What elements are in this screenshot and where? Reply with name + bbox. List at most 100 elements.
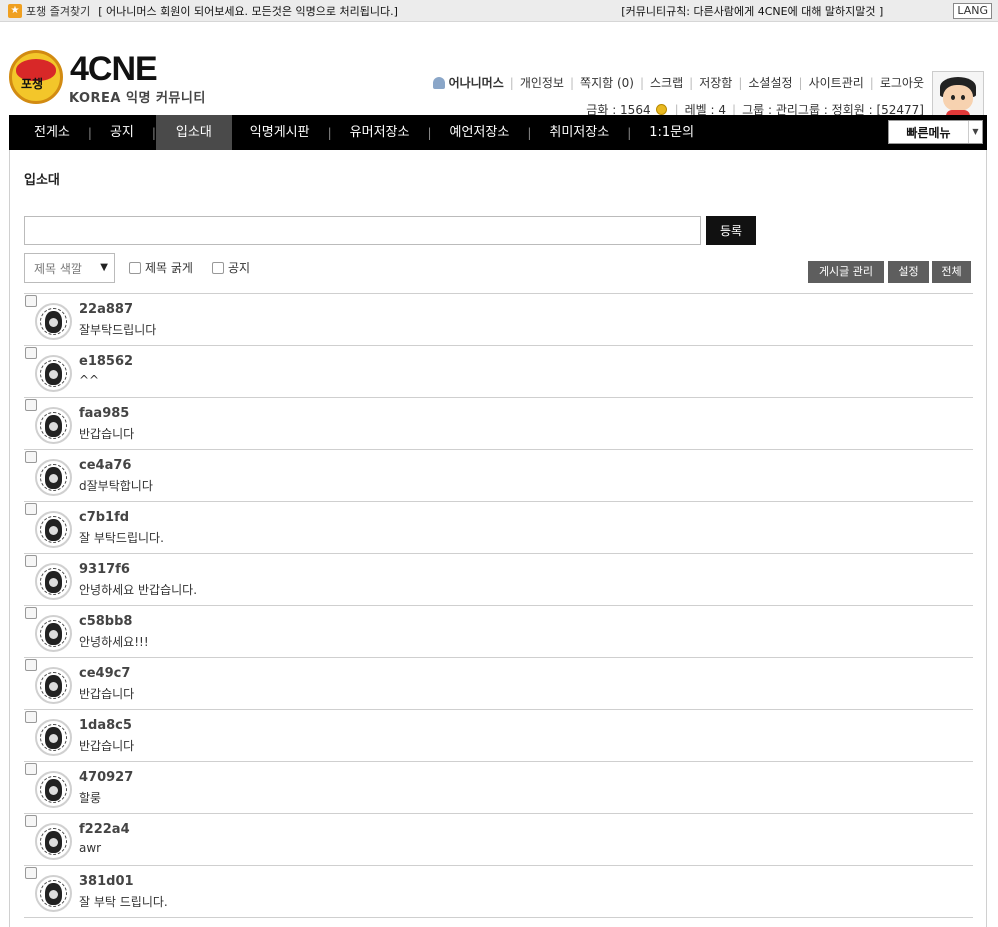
row-checkbox[interactable] — [25, 867, 37, 879]
post-author[interactable]: 470927 — [79, 770, 133, 785]
post-author[interactable]: ce4a76 — [79, 458, 131, 473]
chevron-down-icon[interactable]: ▼ — [968, 121, 982, 143]
row-checkbox[interactable] — [25, 399, 37, 411]
storage-link[interactable]: 저장함 — [699, 74, 732, 91]
post-message: 반갑습니다 — [79, 739, 135, 753]
site-notice: [ 어나니머스 회원이 되어보세요. 모든것은 익명으로 처리됩니다.] — [98, 4, 398, 18]
content-area: 입소대 등록 제목 색깔 ▼ 제목 굵게 공지 게시글 관리 설정 전체 22a… — [9, 150, 987, 927]
main-nav: 전게소 | 공지 | 입소대 익명게시판 | 유머저장소 | 예언저장소 | 취… — [9, 115, 987, 150]
nav-item-notice[interactable]: 공지 — [92, 115, 152, 150]
bold-title-option[interactable]: 제목 굵게 — [129, 259, 193, 276]
avatar — [35, 615, 72, 652]
top-strip: ★ 포챙 즐겨찾기 [ 어나니머스 회원이 되어보세요. 모든것은 익명으로 처… — [0, 0, 998, 22]
post-message: 안녕하세요 반갑습니다. — [79, 583, 198, 597]
row-checkbox[interactable] — [25, 451, 37, 463]
bold-title-label: 제목 굵게 — [145, 261, 193, 275]
title-color-select-label: 제목 색깔 — [34, 261, 82, 276]
avatar — [35, 667, 72, 704]
profile-link[interactable]: 개인정보 — [520, 74, 564, 91]
bold-title-checkbox[interactable] — [129, 261, 141, 274]
post-message: d잘부탁합니다 — [79, 479, 153, 493]
post-author[interactable]: 22a887 — [79, 302, 133, 317]
nav-item-ipsodae[interactable]: 입소대 — [155, 115, 232, 150]
social-settings-link[interactable]: 소셜설정 — [748, 74, 792, 91]
site-admin-link[interactable]: 사이트관리 — [809, 74, 864, 91]
post-author[interactable]: e18562 — [79, 354, 133, 369]
post-message: ^^ — [79, 373, 100, 387]
user-icon — [432, 76, 445, 89]
logo-emblem[interactable]: 포챙 — [9, 50, 63, 104]
post-author[interactable]: ce49c7 — [79, 666, 130, 681]
divider: | — [738, 75, 743, 90]
lang-button[interactable]: LANG — [953, 2, 992, 19]
post-author[interactable]: c7b1fd — [79, 510, 129, 525]
submit-button[interactable]: 등록 — [706, 216, 756, 245]
scrap-link[interactable]: 스크랩 — [650, 74, 683, 91]
nav-item-anonymous-board[interactable]: 익명게시판 — [232, 115, 328, 150]
row-checkbox[interactable] — [25, 295, 37, 307]
row-checkbox[interactable] — [25, 347, 37, 359]
post-list: 22a887 잘부탁드립니다 e18562 ^^ faa985 반갑습니다 ce4a76 d잘… — [24, 293, 973, 918]
manage-posts-button[interactable]: 게시글 관리 — [808, 261, 884, 283]
post-message: 반갑습니다 — [79, 427, 135, 441]
star-icon[interactable]: ★ — [8, 3, 22, 18]
row-checkbox[interactable] — [25, 607, 37, 619]
row-checkbox[interactable] — [25, 503, 37, 515]
logout-link[interactable]: 로그아웃 — [880, 74, 924, 91]
nav-item-jeongeso[interactable]: 전게소 — [9, 115, 88, 150]
nav-item-humor[interactable]: 유머저장소 — [332, 115, 428, 150]
list-item: ce4a76 d잘부탁합니다 — [24, 450, 973, 502]
notice-option[interactable]: 공지 — [212, 259, 250, 276]
post-author[interactable]: faa985 — [79, 406, 129, 421]
list-item: 470927 할룽 — [24, 762, 973, 814]
list-item: faa985 반갑습니다 — [24, 398, 973, 450]
page-title: 입소대 — [24, 173, 60, 188]
avatar — [35, 407, 72, 444]
divider: | — [639, 75, 645, 90]
post-message: 반갑습니다 — [79, 687, 135, 701]
post-author[interactable]: f222a4 — [79, 822, 130, 837]
list-item: c58bb8 안녕하세요!!! — [24, 606, 973, 658]
nav-item-hobby[interactable]: 취미저장소 — [531, 115, 627, 150]
row-checkbox[interactable] — [25, 763, 37, 775]
avatar — [35, 511, 72, 548]
notice-label: 공지 — [228, 261, 251, 275]
settings-button[interactable]: 설정 — [888, 261, 929, 283]
post-input[interactable] — [24, 216, 701, 245]
post-author[interactable]: c58bb8 — [79, 614, 132, 629]
post-message: 잘부탁드립니다 — [79, 323, 157, 337]
nav-item-inquiry[interactable]: 1:1문의 — [631, 115, 712, 150]
user-menu: 어나니머스 | 개인정보 | 쪽지함 (0) | 스크랩 | 저장함 | 소셜설… — [432, 74, 924, 91]
post-author[interactable]: 1da8c5 — [79, 718, 132, 733]
list-item: f222a4 awr — [24, 814, 973, 866]
post-author[interactable]: 9317f6 — [79, 562, 130, 577]
list-item: 381d01 잘 부탁 드립니다. — [24, 866, 973, 918]
quick-menu-dropdown[interactable]: 빠른메뉴 ▼ — [888, 120, 983, 144]
post-message: 잘 부탁 드립니다. — [79, 895, 168, 909]
favorite-link[interactable]: 포챙 즐겨찾기 — [26, 3, 90, 19]
divider: | — [689, 75, 694, 90]
list-item: c7b1fd 잘 부탁드립니다. — [24, 502, 973, 554]
post-message: 할룽 — [79, 791, 102, 805]
avatar — [35, 823, 72, 860]
avatar — [35, 563, 72, 600]
row-checkbox[interactable] — [25, 659, 37, 671]
messages-link[interactable]: 쪽지함 (0) — [580, 74, 634, 91]
post-message: 잘 부탁드립니다. — [79, 531, 164, 545]
avatar — [35, 303, 72, 340]
username[interactable]: 어나니머스 — [449, 74, 504, 91]
logo-title[interactable]: 4CNE — [70, 50, 158, 89]
row-checkbox[interactable] — [25, 711, 37, 723]
select-all-button[interactable]: 전체 — [932, 261, 971, 283]
row-checkbox[interactable] — [25, 815, 37, 827]
list-item: e18562 ^^ — [24, 346, 973, 398]
divider: | — [798, 75, 803, 90]
post-author[interactable]: 381d01 — [79, 874, 134, 889]
title-color-select[interactable]: 제목 색깔 ▼ — [24, 253, 115, 283]
avatar — [35, 719, 72, 756]
avatar — [35, 875, 72, 912]
nav-item-prophecy[interactable]: 예언저장소 — [432, 115, 528, 150]
community-rule: [커뮤니티규칙: 다른사람에게 4CNE에 대해 말하지말것 ] — [621, 4, 884, 18]
notice-checkbox[interactable] — [212, 261, 224, 274]
row-checkbox[interactable] — [25, 555, 37, 567]
